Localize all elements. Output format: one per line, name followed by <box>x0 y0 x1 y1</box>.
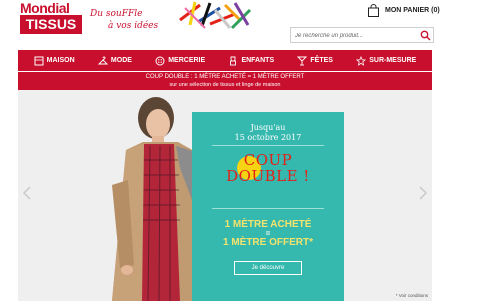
slogan-line1: Du souFFle <box>90 9 143 19</box>
ruler-icon <box>356 55 367 66</box>
promo-date: Jusqu'au 15 octobre 2017 <box>192 123 344 143</box>
nav-item-enfants[interactable]: ENFANTS <box>228 56 274 66</box>
double-title: DOUBLE ! <box>226 167 310 185</box>
nav-item-fetes[interactable]: FÊTES <box>297 56 333 66</box>
promo-banner[interactable]: COUP DOUBLE : 1 MÈTRE ACHETÉ = 1 MÈTRE O… <box>18 72 432 90</box>
divider <box>212 145 324 146</box>
chevron-left-icon[interactable] <box>22 186 32 200</box>
cart[interactable]: MON PANIER (0) <box>368 4 440 17</box>
nav-label: ENFANTS <box>241 57 275 64</box>
shopping-bag-icon <box>368 4 379 17</box>
offer-line2: 1 MÈTRE OFFERT* <box>222 237 313 248</box>
search-icon[interactable] <box>420 30 431 41</box>
nav-label: MERCERIE <box>168 57 206 64</box>
conditions-link[interactable]: * Voir conditions <box>396 293 428 298</box>
nav-label: MODE <box>110 57 132 64</box>
threads-illustration <box>179 1 252 30</box>
nav-label: SUR-MESURE <box>369 57 417 64</box>
cart-label: MON PANIER (0) <box>385 7 440 14</box>
nav-item-sur-mesure[interactable]: SUR-MESURE <box>356 55 417 66</box>
promo-date-line2: 15 octobre 2017 <box>234 133 302 142</box>
nav-label: MAISON <box>46 57 75 64</box>
bib-icon <box>230 56 237 65</box>
promo-date-line1: Jusqu'au <box>250 123 286 132</box>
logo-line2: TISSUS <box>20 15 82 34</box>
hero-carousel[interactable]: Jusqu'au 15 octobre 2017 COUP DOUBLE ! 1… <box>18 90 432 301</box>
chevron-right-icon[interactable] <box>418 186 428 200</box>
divider <box>212 208 324 209</box>
hanger-icon <box>97 56 108 64</box>
coup-title: COUP <box>243 151 293 169</box>
promo-line2: sur une sélection de tissus et linge de … <box>169 82 281 88</box>
button-icon <box>155 56 165 65</box>
house-icon <box>34 56 44 65</box>
party-icon <box>297 56 308 65</box>
promo-panel: Jusqu'au 15 octobre 2017 COUP DOUBLE ! 1… <box>192 112 344 301</box>
search-bar <box>290 27 434 43</box>
main-nav: MAISON MODE MERCERIE ENFANTS FÊTES SUR-M… <box>18 50 432 71</box>
nav-item-maison[interactable]: MAISON <box>34 56 75 66</box>
nav-item-mercerie[interactable]: MERCERIE <box>155 56 205 66</box>
nav-label: FÊTES <box>310 57 333 64</box>
nav-item-mode[interactable]: MODE <box>97 56 132 66</box>
logo-line1: Mondial <box>20 0 70 16</box>
search-input[interactable] <box>295 30 415 41</box>
promo-line1: COUP DOUBLE : 1 MÈTRE ACHETÉ = 1 MÈTRE O… <box>145 74 305 80</box>
page: Mondial TISSUS Du souFFle à vos idées MO… <box>0 0 500 301</box>
logo[interactable]: Mondial TISSUS <box>20 0 82 38</box>
discover-button[interactable]: Je découvre <box>234 261 302 275</box>
